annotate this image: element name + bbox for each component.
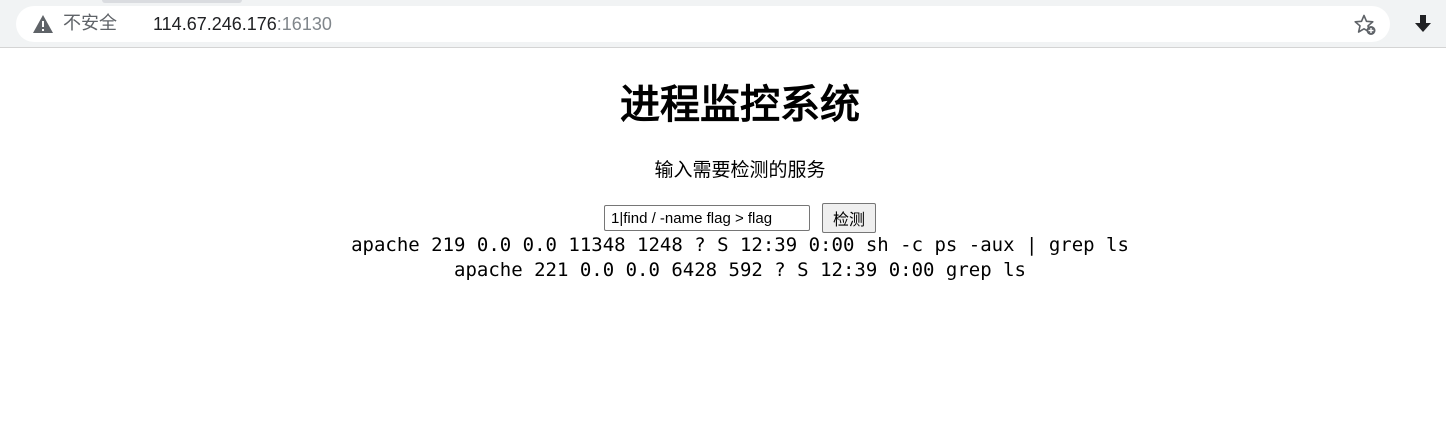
browser-toolbar: 不安全 114.67.246.176:16130 [0,0,1446,48]
output-line: apache 221 0.0 0.0 6428 592 ? S 12:39 0:… [454,259,1026,281]
page-title: 进程监控系统 [620,82,860,128]
service-prompt: 输入需要检测的服务 [654,159,826,181]
security-status-label[interactable]: 不安全 [63,13,117,35]
url-port: :16130 [276,14,332,34]
address-bar[interactable]: 不安全 114.67.246.176:16130 [16,6,1390,42]
download-arrow-icon[interactable] [1412,13,1434,35]
warning-triangle-icon[interactable] [32,14,54,34]
output-line: apache 219 0.0 0.0 11348 1248 ? S 12:39 … [351,234,1129,256]
check-button[interactable]: 检测 [822,203,876,233]
page-content: 进程监控系统 输入需要检测的服务 检测 apache 219 0.0 0.0 1… [0,49,1446,432]
command-output: apache 219 0.0 0.0 11348 1248 ? S 12:39 … [0,233,1446,283]
bookmark-star-icon[interactable] [1353,13,1377,37]
browser-tab-edge[interactable] [102,0,242,3]
url-text[interactable]: 114.67.246.176:16130 [153,13,332,35]
url-host: 114.67.246.176 [153,14,277,34]
service-input[interactable] [604,205,810,231]
